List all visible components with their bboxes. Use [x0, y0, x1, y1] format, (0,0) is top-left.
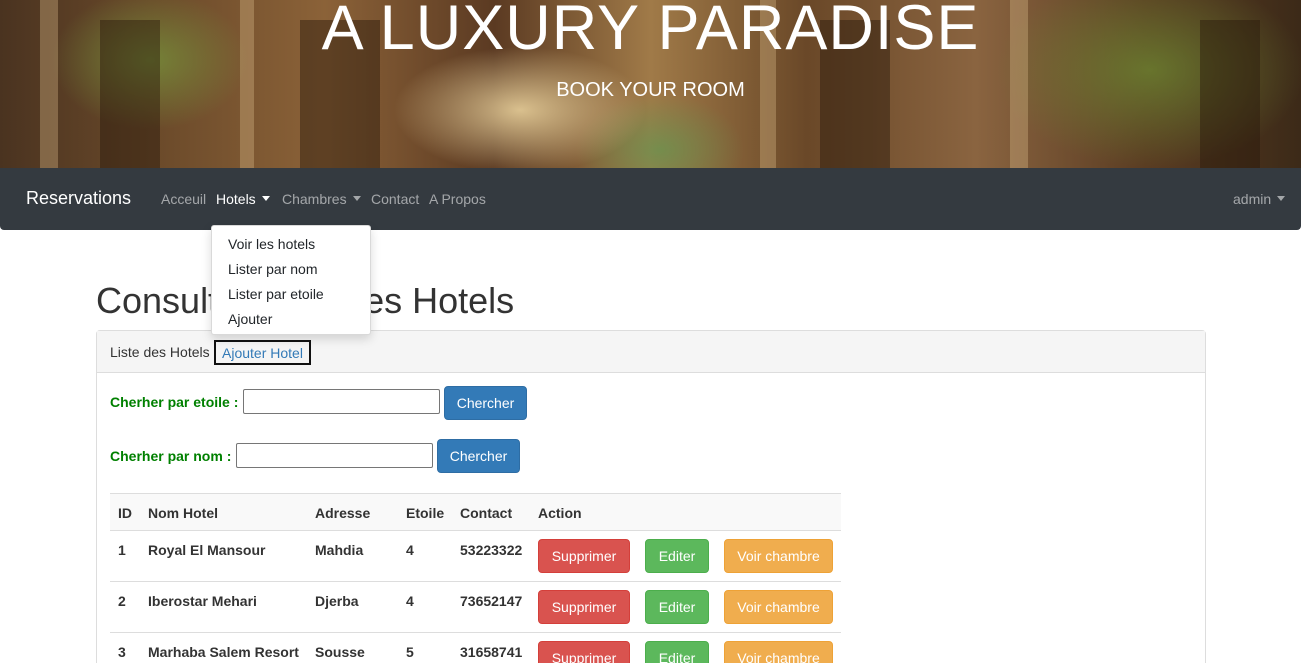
nav-link-apropos[interactable]: A Propos	[429, 191, 486, 207]
edit-button[interactable]: Editer	[645, 590, 709, 624]
delete-button[interactable]: Supprimer	[538, 590, 630, 624]
cell-contact: 31658741	[460, 644, 523, 660]
caret-down-icon	[261, 196, 270, 201]
nav-link-accueil[interactable]: Acceuil	[161, 191, 206, 207]
column-header-name: Nom Hotel	[148, 505, 218, 521]
nav-link-hotels-label: Hotels	[216, 191, 256, 207]
column-header-id: ID	[118, 505, 132, 521]
cell-address: Sousse	[315, 644, 365, 660]
cell-address: Djerba	[315, 593, 359, 609]
cell-stars: 4	[406, 542, 414, 558]
caret-down-icon	[352, 196, 361, 201]
hero-subtitle: BOOK YOUR ROOM	[556, 79, 745, 101]
search-by-star-button[interactable]: Chercher	[444, 386, 527, 420]
hero-banner: A LUXURY PARADISE BOOK YOUR ROOM	[0, 0, 1301, 168]
cell-name: Iberostar Mehari	[148, 593, 257, 609]
edit-button[interactable]: Editer	[645, 641, 709, 663]
dropdown-item-list-by-name[interactable]: Lister par nom	[228, 261, 317, 277]
dropdown-item-add[interactable]: Ajouter	[228, 311, 272, 327]
nav-link-chambres[interactable]: Chambres	[282, 191, 361, 207]
search-by-star-label: Cherher par etoile :	[110, 394, 239, 410]
cell-address: Mahdia	[315, 542, 364, 558]
cell-id: 1	[118, 542, 126, 558]
add-hotel-link[interactable]: Ajouter Hotel	[214, 340, 311, 365]
table-row: 2 Iberostar Mehari Djerba 4 73652147 Sup…	[110, 581, 841, 632]
cell-name: Marhaba Salem Resort	[148, 644, 299, 660]
view-rooms-button[interactable]: Voir chambre	[724, 641, 833, 663]
nav-link-hotels[interactable]: Hotels	[216, 191, 270, 207]
delete-button[interactable]: Supprimer	[538, 641, 630, 663]
cell-id: 2	[118, 593, 126, 609]
search-by-name-input[interactable]	[236, 443, 433, 468]
column-header-address: Adresse	[315, 505, 371, 521]
table-header-row: ID Nom Hotel Adresse Etoile Contact Acti…	[110, 493, 841, 531]
user-menu-label: admin	[1233, 191, 1272, 207]
cell-contact: 53223322	[460, 542, 523, 558]
panel-heading: Liste des Hotels Ajouter Hotel	[97, 331, 1205, 373]
column-header-contact: Contact	[460, 505, 513, 521]
table-row: 3 Marhaba Salem Resort Sousse 5 31658741…	[110, 632, 841, 663]
search-by-name-label: Cherher par nom :	[110, 448, 232, 464]
cell-id: 3	[118, 644, 126, 660]
nav-link-chambres-label: Chambres	[282, 191, 347, 207]
delete-button[interactable]: Supprimer	[538, 539, 630, 573]
hotels-panel: Liste des Hotels Ajouter Hotel Cherher p…	[96, 330, 1206, 663]
table-row: 1 Royal El Mansour Mahdia 4 53223322 Sup…	[110, 530, 841, 581]
cell-name: Royal El Mansour	[148, 542, 266, 558]
dropdown-item-list-by-star[interactable]: Lister par etoile	[228, 286, 324, 302]
dropdown-item-view-hotels[interactable]: Voir les hotels	[228, 236, 315, 252]
navbar: Reservations Acceuil Hotels Chambres Con…	[0, 168, 1301, 230]
view-rooms-button[interactable]: Voir chambre	[724, 590, 833, 624]
column-header-stars: Etoile	[406, 505, 445, 521]
cell-stars: 4	[406, 593, 414, 609]
hotels-dropdown-menu: Voir les hotels Lister par nom Lister pa…	[211, 225, 371, 335]
panel-heading-text: Liste des Hotels	[110, 344, 210, 360]
cell-contact: 73652147	[460, 593, 523, 609]
edit-button[interactable]: Editer	[645, 539, 709, 573]
column-header-action: Action	[538, 505, 582, 521]
page-title-left: Consult	[96, 280, 219, 321]
hero-title: A LUXURY PARADISE	[321, 0, 980, 63]
view-rooms-button[interactable]: Voir chambre	[724, 539, 833, 573]
nav-link-contact[interactable]: Contact	[371, 191, 419, 207]
user-menu[interactable]: admin	[1233, 191, 1286, 207]
caret-down-icon	[1277, 196, 1286, 201]
navbar-brand[interactable]: Reservations	[26, 188, 131, 209]
search-by-name-button[interactable]: Chercher	[437, 439, 520, 473]
cell-stars: 5	[406, 644, 414, 660]
search-by-star-input[interactable]	[243, 389, 440, 414]
